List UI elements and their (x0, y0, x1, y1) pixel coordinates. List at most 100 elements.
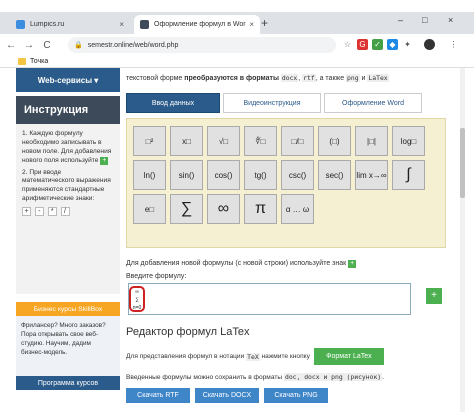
star-icon[interactable]: ☆ (342, 39, 353, 50)
download-docx-button[interactable]: Скачать DOCX (195, 388, 259, 403)
csc-button[interactable]: csc() (281, 160, 314, 190)
power-button[interactable]: x□ (170, 126, 203, 156)
format-docx: docx (280, 74, 299, 82)
browser-toolbar: ← → C 🔒 semestr.online/web/word.php ☆ G … (0, 34, 474, 56)
forward-button[interactable]: → (22, 40, 36, 51)
close-icon[interactable]: × (249, 20, 254, 29)
sidebar: Web-сервисы ▾ Инструкция 1. Каждую форму… (16, 68, 120, 390)
operator-plus: + (22, 207, 31, 217)
format-latex: LaTex (367, 74, 389, 82)
cos-button[interactable]: cos() (207, 160, 240, 190)
add-formula-button[interactable]: + (426, 288, 442, 304)
tab-title: Оформление формул в Word онл (154, 21, 246, 28)
ad-title[interactable]: Бизнес курсы SkillBox (16, 302, 120, 316)
operator-multiply: * (47, 207, 57, 217)
download-rtf-button[interactable]: Скачать RTF (126, 388, 190, 403)
plus-icon: + (100, 156, 109, 165)
tab-word-formatting[interactable]: Оформление Word (324, 93, 422, 113)
format-png: png (346, 74, 360, 82)
instruction-body: 1. Каждую формулу необходимо записывать … (16, 124, 120, 294)
folder-icon (18, 58, 26, 65)
web-services-menu[interactable]: Web-сервисы ▾ (16, 68, 120, 92)
reload-button[interactable]: C (40, 40, 54, 51)
limit-button[interactable]: lim x→∞ (355, 160, 388, 190)
tab-semestr[interactable]: Оформление формул в Word онл × (134, 15, 260, 34)
address-bar[interactable]: 🔒 semestr.online/web/word.php (68, 37, 336, 53)
puzzle-icon[interactable]: ✦ (402, 39, 413, 50)
bookmarks-bar: Точка (0, 56, 474, 68)
tab-title: Lumpics.ru (30, 21, 65, 28)
main-content: текстовой форме преобразуются в форматы … (126, 68, 446, 403)
lumpics-favicon-icon (16, 20, 25, 29)
latex-text-before: Для представления формул в нотации (126, 353, 245, 360)
lock-icon: 🔒 (74, 42, 83, 49)
tab-video-instruction[interactable]: Видеоинструкция (223, 93, 321, 113)
menu-icon[interactable]: ⋮ (448, 39, 459, 50)
parentheses-button[interactable]: (□) (318, 126, 351, 156)
formula-input-row: ∞ ∑ n=0 + (126, 283, 446, 315)
check-green-icon[interactable]: ✓ (372, 39, 383, 50)
operator-keys: + - * / (22, 207, 114, 217)
infinity-button[interactable]: ∞ (207, 194, 240, 224)
sec-button[interactable]: sec() (318, 160, 351, 190)
close-icon[interactable]: × (119, 20, 124, 29)
bookmark-item[interactable]: Точка (30, 58, 48, 65)
nth-root-button[interactable]: ∜□ (244, 126, 277, 156)
step-2-text: 2. При вводе математического выражения п… (22, 168, 111, 203)
sin-button[interactable]: sin() (170, 160, 203, 190)
symbol-grid: □² x□ √□ ∜□ □/□ (□) |□| log□ ln() sin() … (133, 126, 439, 224)
integral-button[interactable]: ∫ (392, 160, 425, 190)
browser-tab-bar: Lumpics.ru × Оформление формул в Word он… (0, 12, 474, 34)
page-content: Web-сервисы ▾ Инструкция 1. Каждую форму… (0, 68, 474, 412)
format-rtf: rtf (302, 74, 316, 82)
save-text-after: . (382, 374, 384, 381)
tab-lumpics[interactable]: Lumpics.ru × (10, 15, 130, 34)
intro-mid: , а также (315, 75, 347, 82)
square-button[interactable]: □² (133, 126, 166, 156)
minimize-button[interactable]: – (398, 15, 403, 25)
pi-button[interactable]: π (244, 194, 277, 224)
course-program-button[interactable]: Программа курсов (16, 376, 120, 390)
sum-button[interactable]: ∑ (170, 194, 203, 224)
sum-preview-icon: ∞ ∑ n=0 (129, 286, 145, 312)
save-text-before: Введенные формулы можно сохранить в форм… (126, 374, 283, 381)
save-text: Введенные формулы можно сохранить в форм… (126, 373, 446, 381)
scroll-thumb[interactable] (460, 128, 465, 198)
log-button[interactable]: log□ (392, 126, 425, 156)
ln-button[interactable]: ln() (133, 160, 166, 190)
intro-prefix: текстовой форме (126, 75, 185, 82)
absolute-button[interactable]: |□| (355, 126, 388, 156)
tg-button[interactable]: tg() (244, 160, 277, 190)
instruction-title: Инструкция (16, 96, 120, 124)
instruction-step-1: 1. Каждую формулу необходимо записывать … (22, 130, 114, 166)
mode-tabs: Ввод данных Видеоинструкция Оформление W… (126, 93, 446, 113)
maximize-button[interactable]: □ (422, 15, 427, 25)
url-text: semestr.online/web/word.php (87, 41, 179, 49)
greek-letters-button[interactable]: α … ω (281, 194, 314, 224)
step-1-text: 1. Каждую формулу необходимо записывать … (22, 130, 112, 164)
new-line-hint: Для добавления новой формулы (с новой ст… (126, 260, 446, 268)
save-buttons: Скачать RTF Скачать DOCX Скачать PNG (126, 388, 446, 403)
instruction-step-2: 2. При вводе математического выражения п… (22, 169, 114, 205)
download-png-button[interactable]: Скачать PNG (264, 388, 328, 403)
latex-text-after: нажмите кнопку (261, 353, 310, 360)
back-button[interactable]: ← (4, 40, 18, 51)
grid-favicon-icon (140, 20, 149, 29)
exp-button[interactable]: e□ (133, 194, 166, 224)
page-scrollbar[interactable] (460, 68, 465, 412)
latex-row: Для представления формул в нотации TeX н… (126, 348, 446, 365)
fraction-button[interactable]: □/□ (281, 126, 314, 156)
new-tab-button[interactable]: + (261, 16, 268, 30)
shield-blue-icon[interactable]: ◆ (387, 39, 398, 50)
latex-format-button[interactable]: Формат LaTex (313, 348, 384, 365)
plus-icon: + (348, 260, 357, 268)
operator-minus: - (34, 207, 44, 217)
tab-data-input[interactable]: Ввод данных (126, 93, 220, 113)
formula-input[interactable] (128, 283, 411, 315)
avatar[interactable] (424, 39, 435, 50)
extension-red-icon[interactable]: G (357, 39, 368, 50)
tex-code: TeX (246, 352, 260, 361)
sqrt-button[interactable]: √□ (207, 126, 240, 156)
close-window-button[interactable]: × (448, 15, 453, 25)
intro-bold: преобразуются в форматы (184, 75, 281, 82)
